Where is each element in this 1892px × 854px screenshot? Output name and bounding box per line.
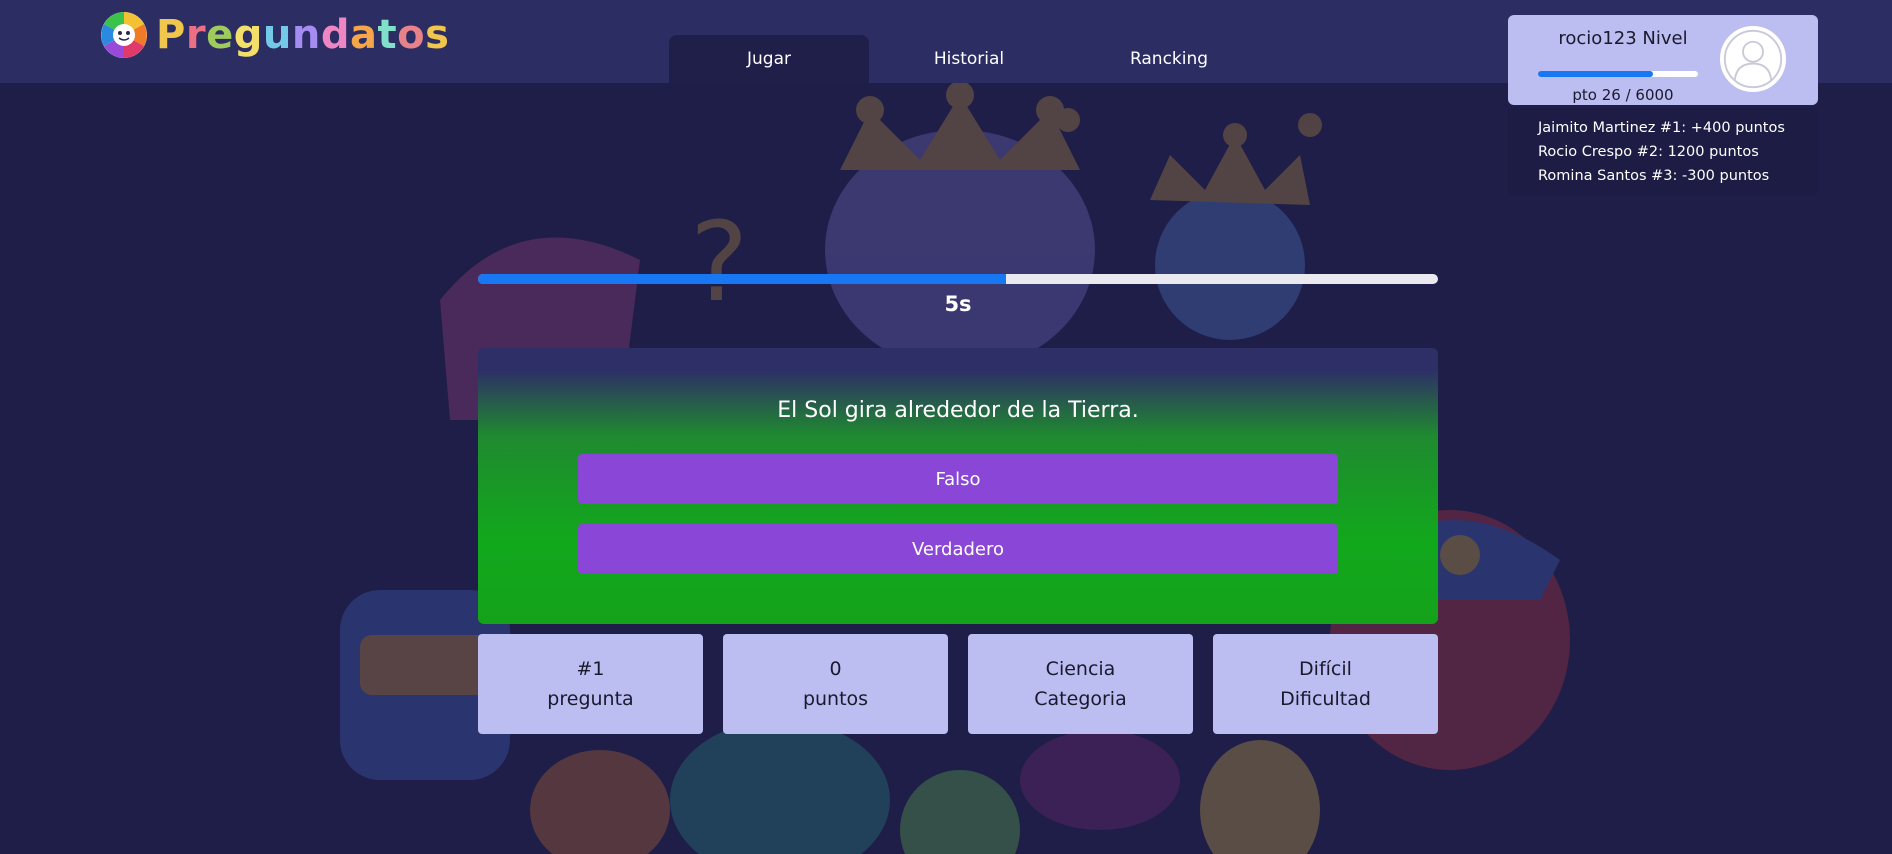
tab-jugar[interactable]: Jugar [669, 35, 869, 83]
main-tabs: Jugar Historial Rancking [669, 35, 1269, 83]
stat-difficulty: Difícil Dificultad [1213, 634, 1438, 734]
ranking-entry: Rocio Crespo #2: 1200 puntos [1538, 144, 1759, 160]
ranking-entry: Jaimito Martinez #1: +400 puntos [1538, 120, 1785, 136]
tab-historial[interactable]: Historial [869, 35, 1069, 83]
stat-category: Ciencia Categoria [968, 634, 1193, 734]
timer-label: 5s [944, 292, 972, 316]
question-text: El Sol gira alrededor de la Tierra. [777, 398, 1139, 423]
stat-label: Dificultad [1280, 688, 1371, 710]
question-card: El Sol gira alrededor de la Tierra. Fals… [478, 348, 1438, 624]
logo-letter: g [233, 12, 263, 58]
timer-progress-bar [478, 274, 1438, 284]
logo-letter: P [156, 12, 186, 58]
user-silhouette-icon [1723, 29, 1783, 89]
logo-letter: d [320, 12, 350, 58]
logo-letter: a [349, 12, 378, 58]
stat-label: puntos [802, 688, 869, 710]
logo-letter: u [262, 12, 292, 58]
logo-letter: o [397, 12, 426, 58]
stat-value: Difícil [1299, 658, 1352, 680]
stat-label: pregunta [547, 688, 634, 710]
logo-letter: t [377, 12, 398, 58]
stat-value: #1 [576, 658, 605, 680]
logo-letter: s [425, 12, 450, 58]
user-level-progress-fill [1538, 71, 1654, 77]
logo-letter: r [185, 12, 207, 58]
stat-points: 0 puntos [723, 634, 948, 734]
game-stats: #1 pregunta 0 puntos Ciencia Categoria D… [478, 634, 1438, 734]
avatar[interactable] [1720, 26, 1786, 92]
stat-question-number: #1 pregunta [478, 634, 703, 734]
ranking-entry: Romina Santos #3: -300 puntos [1538, 168, 1770, 184]
stat-label: Categoria [1034, 688, 1127, 710]
user-name-level: rocio123 Nivel [1558, 28, 1688, 49]
answer-button-verdadero[interactable]: Verdadero [578, 524, 1338, 574]
user-points: pto 26 / 6000 [1572, 86, 1674, 104]
logo-text: Pregundatos [156, 12, 449, 58]
user-profile-card[interactable]: rocio123 Nivel pto 26 / 6000 [1508, 15, 1818, 105]
logo-wheel-icon [101, 12, 147, 58]
tab-ranking[interactable]: Rancking [1069, 35, 1269, 83]
logo-letter: n [291, 12, 321, 58]
ranking-panel: Jaimito Martinez #1: +400 puntos Rocio C… [1508, 108, 1818, 196]
answer-button-falso[interactable]: Falso [578, 454, 1338, 504]
logo-letter: e [206, 12, 234, 58]
timer-progress-fill [478, 274, 1006, 284]
app-logo[interactable]: Pregundatos [100, 10, 449, 60]
stat-value: Ciencia [1045, 658, 1116, 680]
stat-value: 0 [829, 658, 842, 680]
user-level-progress-bar [1538, 71, 1698, 77]
